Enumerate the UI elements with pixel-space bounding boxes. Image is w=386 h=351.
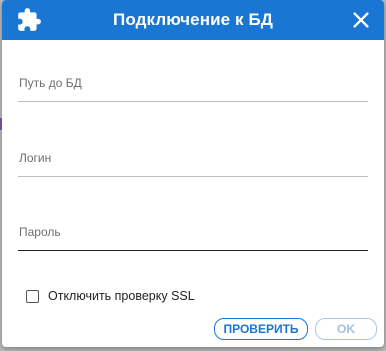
- db-connection-dialog: Подключение к БД Путь до БД Логин Пароль…: [2, 0, 384, 347]
- password-input[interactable]: [18, 221, 372, 251]
- db-path-input[interactable]: [18, 72, 372, 102]
- db-path-field[interactable]: Путь до БД: [18, 72, 372, 102]
- close-icon[interactable]: [350, 9, 372, 31]
- ok-button[interactable]: OK: [315, 318, 377, 340]
- disable-ssl-label: Отключить проверку SSL: [48, 289, 195, 303]
- disable-ssl-check-row[interactable]: Отключить проверку SSL: [26, 288, 195, 304]
- db-path-underline: [18, 101, 368, 102]
- login-input[interactable]: [18, 147, 372, 177]
- disable-ssl-checkbox[interactable]: [26, 289, 39, 303]
- login-field[interactable]: Логин: [18, 147, 372, 177]
- password-underline: [18, 250, 368, 251]
- check-button[interactable]: ПРОВЕРИТЬ: [214, 318, 308, 340]
- dialog-title: Подключение к БД: [113, 10, 273, 29]
- password-field[interactable]: Пароль: [18, 221, 372, 251]
- dialog-titlebar: Подключение к БД: [2, 0, 384, 40]
- login-underline: [18, 176, 368, 177]
